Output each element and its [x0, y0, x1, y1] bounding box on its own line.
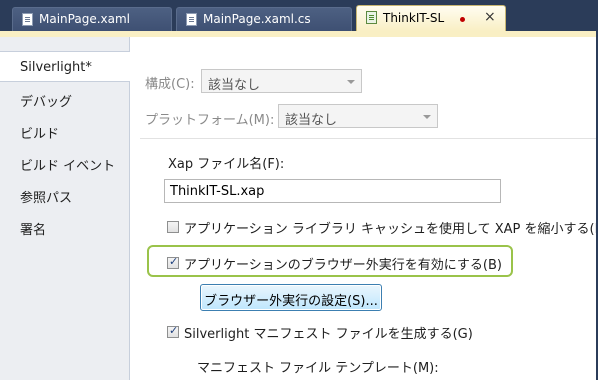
tab-label: MainPage.xaml [39, 12, 130, 26]
cs-file-icon [186, 13, 197, 26]
sidebar-item-reference-paths[interactable]: 参照パス [0, 179, 128, 210]
sidebar-item-debug[interactable]: デバッグ [0, 83, 128, 114]
lib-cache-checkbox[interactable] [167, 221, 179, 233]
chevron-down-icon [347, 80, 355, 84]
oob-enable-label: アプリケーションのブラウザー外実行を有効にする(B) [184, 258, 502, 273]
sidebar-item-label: 参照パス [20, 191, 73, 206]
sidebar-item-label: 署名 [20, 223, 47, 238]
tab-label: ThinkIT-SL [383, 11, 445, 25]
platform-value: 該当なし [285, 113, 338, 128]
sidebar-item-label: ビルド [20, 127, 60, 142]
tab-label: MainPage.xaml.cs [203, 12, 311, 26]
oob-enable-checkbox[interactable] [167, 255, 179, 269]
sidebar-item-silverlight[interactable]: Silverlight* [0, 51, 130, 82]
properties-sidebar: Silverlight* デバッグ ビルド ビルド イベント 参照パス 署名 [0, 37, 130, 380]
xaml-file-icon [22, 13, 33, 26]
divider [140, 138, 598, 139]
sidebar-item-label: ビルド イベント [20, 159, 116, 174]
platform-label: プラットフォーム(M): [145, 113, 275, 128]
tab-mainpage-xaml[interactable]: MainPage.xaml [12, 7, 172, 31]
sidebar-item-label: Silverlight* [20, 60, 92, 75]
modified-indicator [460, 17, 465, 22]
config-value: 該当なし [208, 78, 261, 93]
close-icon[interactable]: × [484, 9, 496, 25]
chevron-down-icon [423, 115, 431, 119]
xap-filename-label: Xap ファイル名(F): [168, 157, 285, 172]
sidebar-item-build[interactable]: ビルド [0, 115, 128, 146]
xap-filename-value: ThinkIT-SL.xap [170, 184, 265, 199]
project-icon [366, 11, 377, 24]
sidebar-item-build-events[interactable]: ビルド イベント [0, 147, 128, 178]
lib-cache-label: アプリケーション ライブラリ キャッシュを使用して XAP を縮小する(R) [184, 222, 598, 237]
manifest-template-label: マニフェスト ファイル テンプレート(M): [197, 361, 439, 376]
tab-mainpage-xaml-cs[interactable]: MainPage.xaml.cs [176, 7, 352, 31]
document-tab-bar: MainPage.xaml MainPage.xaml.cs ThinkIT-S… [0, 0, 598, 31]
config-label: 構成(C): [145, 77, 195, 92]
xap-filename-input[interactable]: ThinkIT-SL.xap [164, 179, 501, 203]
platform-select[interactable]: 該当なし [278, 104, 438, 128]
oob-settings-button[interactable]: ブラウザー外実行の設定(S)... [200, 284, 382, 311]
sidebar-item-label: デバッグ [20, 95, 73, 110]
sidebar-item-signing[interactable]: 署名 [0, 211, 128, 242]
config-select[interactable]: 該当なし [201, 69, 362, 93]
tab-thinkit-sl[interactable]: ThinkIT-SL × [356, 5, 506, 31]
manifest-label: Silverlight マニフェスト ファイルを生成する(G) [184, 327, 473, 342]
oob-settings-button-label: ブラウザー外実行の設定(S)... [204, 294, 378, 309]
manifest-checkbox[interactable] [167, 324, 179, 338]
